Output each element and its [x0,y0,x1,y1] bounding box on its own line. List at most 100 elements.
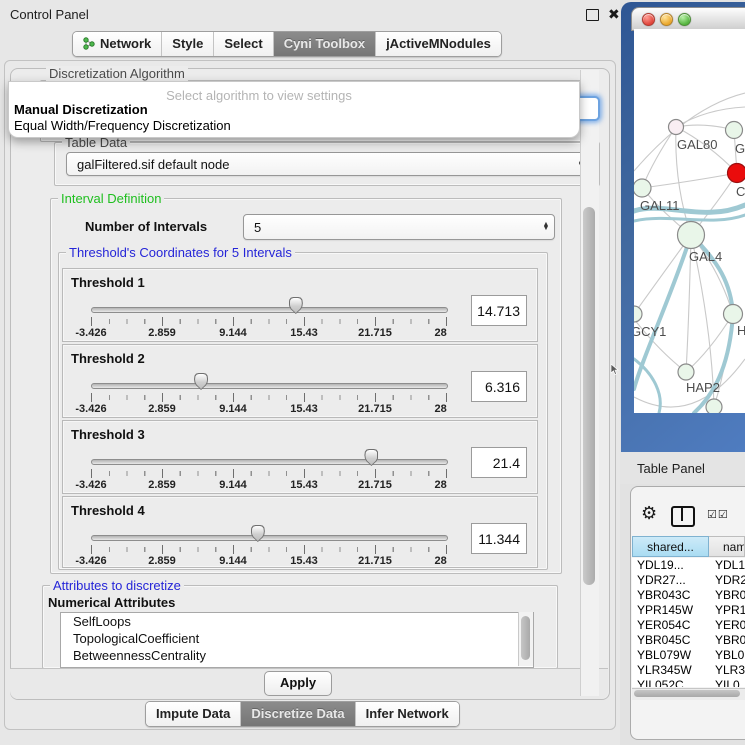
tab-cyni-toolbox-label: Cyni Toolbox [284,36,365,51]
table-scrollbar-thumb[interactable] [634,690,740,697]
node-gal11[interactable] [634,179,651,197]
threshold-4-slider[interactable]: -3.4262.8599.14415.4321.71528 [91,531,446,565]
threshold-1-slider[interactable]: -3.4262.8599.14415.4321.71528 [91,303,446,337]
float-window-icon[interactable] [586,9,599,21]
split-view-icon[interactable] [671,506,695,527]
node-gcy1[interactable] [634,306,642,322]
node-hap2[interactable] [678,364,694,380]
window-minimize-button[interactable] [660,13,673,26]
table-data-value: galFiltered.sif default node [67,157,573,172]
threshold-3-value-field[interactable]: 21.4 [471,447,527,478]
threshold-1-panel: Threshold 1 -3.4262.8599.14415.4321.7152… [62,268,538,342]
tab-discretize-data[interactable]: Discretize Data [241,702,355,726]
checkbox-columns-icon[interactable]: ☑☑ [707,508,729,521]
panel-scrollbar-thumb[interactable] [583,207,595,585]
list-item[interactable]: BetweennessCentrality [61,647,533,664]
numerical-attributes-list[interactable]: SelfLoops TopologicalCoefficient Between… [60,612,534,668]
attributes-group-label: Attributes to discretize [50,578,184,593]
node-red-selected[interactable] [728,164,745,183]
table-data-combobox[interactable]: galFiltered.sif default node ▲▼ [66,152,590,176]
table-row[interactable]: YBR045CYBR0 [632,633,745,648]
tab-jactivemnodules[interactable]: jActiveMNodules [376,32,501,56]
combo-arrows-icon: ▲▼ [538,223,554,231]
threshold-4-panel: Threshold 4 -3.4262.8599.14415.4321.7152… [62,496,538,568]
table-row[interactable]: YDL19...YDL1 [632,558,745,573]
tab-discretize-data-label: Discretize Data [251,706,344,721]
top-tab-strip: Network Style Select Cyni Toolbox jActiv… [72,31,502,57]
column-header-shared[interactable]: shared... [632,536,709,557]
tab-style-label: Style [172,36,203,51]
algorithm-option-equal-width[interactable]: Equal Width/Frequency Discretization [14,118,231,133]
tab-infer-network[interactable]: Infer Network [356,702,459,726]
interval-definition-label: Interval Definition [58,191,164,206]
threshold-2-value-field[interactable]: 6.316 [471,371,527,402]
tab-impute-data-label: Impute Data [156,706,230,721]
table-rows: YDL19...YDL1 YDR27...YDR2 YBR043CYBR0 YP… [632,558,745,687]
bottom-tab-strip: Impute Data Discretize Data Infer Networ… [145,701,460,727]
tab-cyni-toolbox[interactable]: Cyni Toolbox [274,32,376,56]
table-row[interactable]: YDR27...YDR2 [632,573,745,588]
network-window-titlebar[interactable] [631,7,745,31]
slider-scale-labels: -3.4262.8599.14415.4321.71528 [91,403,446,415]
algorithm-option-manual[interactable]: Manual Discretization [14,102,148,117]
table-row[interactable]: YER054CYER0 [632,618,745,633]
list-item[interactable]: TopologicalCoefficient [61,630,533,647]
gear-icon[interactable]: ⚙ [641,503,657,524]
scrollbar-thumb[interactable] [521,616,530,660]
threshold-2-slider[interactable]: -3.4262.8599.14415.4321.71528 [91,379,446,413]
node-label: GA [735,141,745,156]
node-label: GAL4 [689,249,722,264]
tab-network[interactable]: Network [73,32,162,56]
window-close-button[interactable] [642,13,655,26]
node-gal4[interactable] [678,222,705,249]
threshold-2-label: Threshold 2 [71,351,145,366]
tab-impute-data[interactable]: Impute Data [146,702,241,726]
slider-track[interactable] [91,459,448,465]
network-graph: GAL80 GA C GAL11 GAL4 GCY1 H HAP2 [634,29,745,413]
table-panel-title: Table Panel [637,461,745,476]
slider-track[interactable] [91,307,448,313]
apply-button[interactable]: Apply [264,671,332,696]
node-h[interactable] [724,305,743,324]
threshold-2-panel: Threshold 2 -3.4262.8599.14415.4321.7152… [62,344,538,418]
slider-minor-ticks [91,319,446,324]
node-gal80[interactable] [669,120,684,135]
threshold-4-label: Threshold 4 [71,503,145,518]
network-icon [83,37,95,50]
panel-title: Control Panel [10,7,89,22]
num-intervals-combobox[interactable]: 5 ▲▼ [243,214,555,240]
list-item[interactable]: SelfLoops [61,613,533,630]
table-row[interactable]: YIL052CYIL0 [632,678,745,687]
slider-track[interactable] [91,535,448,541]
tab-style[interactable]: Style [162,32,214,56]
num-intervals-value: 5 [244,220,538,235]
numerical-attributes-label: Numerical Attributes [48,595,175,610]
node-ga[interactable] [726,122,743,139]
close-icon[interactable]: ✖ [608,6,620,23]
tab-infer-network-label: Infer Network [366,706,449,721]
network-canvas[interactable]: GAL80 GA C GAL11 GAL4 GCY1 H HAP2 [634,29,745,413]
tab-network-label: Network [100,36,151,51]
window-zoom-button[interactable] [678,13,691,26]
algorithm-group-label: Discretization Algorithm [46,66,188,81]
node-label: HAP2 [686,380,720,395]
num-intervals-label: Number of Intervals [85,219,207,234]
table-row[interactable]: YBL079WYBL0 [632,648,745,663]
node-label: GAL11 [640,198,680,213]
tab-select-label: Select [224,36,262,51]
table-row[interactable]: YPR145WYPR1 [632,603,745,618]
algorithm-placeholder: Select algorithm to view settings [9,88,509,103]
table-row[interactable]: YLR345WYLR3 [632,663,745,678]
node-bottom[interactable] [706,399,722,413]
column-header-name[interactable]: name [709,536,745,557]
threshold-1-value-field[interactable]: 14.713 [471,295,527,326]
slider-minor-ticks [91,395,446,400]
slider-scale-labels: -3.4262.8599.14415.4321.71528 [91,479,446,491]
slider-track[interactable] [91,383,448,389]
threshold-3-slider[interactable]: -3.4262.8599.14415.4321.71528 [91,455,446,489]
tab-select[interactable]: Select [214,32,273,56]
threshold-4-value-field[interactable]: 11.344 [471,523,527,554]
slider-scale-labels: -3.4262.8599.14415.4321.71528 [91,327,446,339]
table-row[interactable]: YBR043CYBR0 [632,588,745,603]
attributes-list-scrollbar[interactable] [518,612,533,666]
